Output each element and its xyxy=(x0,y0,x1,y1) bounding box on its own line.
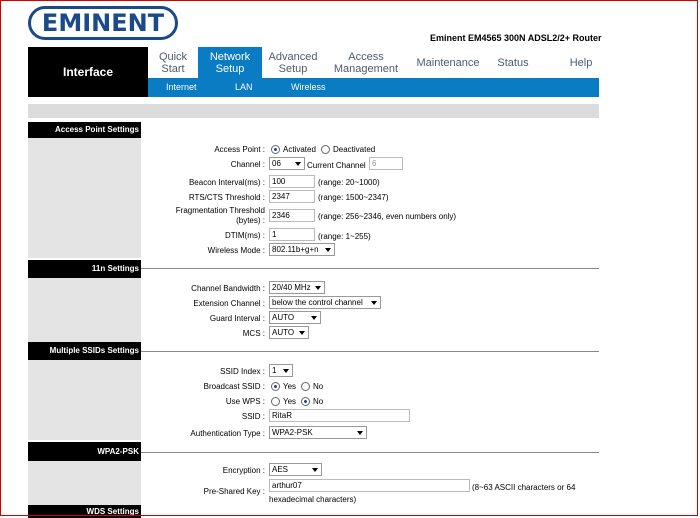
ssid-index-label: SSID Index : xyxy=(220,367,265,376)
ssid-label: SSID : xyxy=(241,412,265,421)
wps-no-label: No xyxy=(313,397,324,406)
tab-quick-start[interactable]: Quick Start xyxy=(148,47,198,78)
channel-label: Channel : xyxy=(230,160,265,169)
beacon-interval-label: Beacon Interval(ms) : xyxy=(188,178,265,187)
section-multiple-ssids: Multiple SSIDs Settings xyxy=(28,342,141,360)
current-channel-field: 6 xyxy=(369,157,403,170)
mcs-select[interactable]: AUTO xyxy=(269,326,309,339)
left-column xyxy=(28,461,141,505)
left-column xyxy=(28,360,141,440)
rts-threshold-input[interactable]: 2347 xyxy=(269,190,315,203)
fragmentation-range: (range: 256~2346, even numbers only) xyxy=(318,212,457,221)
chevron-down-icon xyxy=(299,331,305,335)
dtim-label: DTIM(ms) : xyxy=(225,231,265,240)
main-nav: Quick Start Network Setup Advanced Setup Ac… xyxy=(148,47,599,78)
wireless-mode-label: Wireless Mode : xyxy=(207,246,265,255)
guard-interval-label: Guard Interval : xyxy=(209,314,265,323)
broadcast-ssid-label: Broadcast SSID : xyxy=(203,382,265,391)
dtim-input[interactable]: 1 xyxy=(269,228,315,241)
rts-threshold-label: RTS/CTS Threshold : xyxy=(188,193,265,202)
chevron-down-icon xyxy=(312,468,318,472)
divider xyxy=(141,268,599,269)
activated-label: Activated xyxy=(283,145,316,154)
broadcast-no-radio[interactable] xyxy=(301,382,310,391)
chevron-down-icon xyxy=(283,369,289,373)
tab-network-setup[interactable]: Network Setup xyxy=(198,47,262,78)
dtim-range: (range: 1~255) xyxy=(318,232,371,241)
section-11n: 11n Settings xyxy=(28,260,141,278)
divider xyxy=(141,351,599,352)
wps-yes-label: Yes xyxy=(283,397,297,406)
broadcast-yes-radio[interactable] xyxy=(271,382,280,391)
wps-yes-radio[interactable] xyxy=(271,397,280,406)
ssid-input[interactable]: RitaR xyxy=(269,409,410,422)
chevron-down-icon xyxy=(357,431,363,435)
spacer-band xyxy=(28,104,599,118)
section-access-point: Access Point Settings xyxy=(28,122,141,138)
wps-no-radio[interactable] xyxy=(301,397,310,406)
left-column xyxy=(28,278,141,342)
tab-help[interactable]: Help xyxy=(558,47,604,78)
channel-bandwidth-label: Channel Bandwidth : xyxy=(191,284,265,293)
wireless-mode-select[interactable]: 802.11b+g+n xyxy=(269,243,335,256)
deactivated-label: Deactivated xyxy=(333,145,376,154)
fragmentation-input[interactable]: 2346 xyxy=(269,209,315,222)
chevron-down-icon xyxy=(311,316,317,320)
broadcast-no-label: No xyxy=(313,382,324,391)
authentication-type-label: Authentication Type : xyxy=(190,429,265,438)
chevron-down-icon xyxy=(325,248,331,252)
tab-advanced-setup[interactable]: Advanced Setup xyxy=(262,47,324,78)
encryption-select[interactable]: AES xyxy=(269,463,322,476)
current-channel-label: Current Channel xyxy=(307,161,366,170)
subtab-wireless[interactable]: Wireless xyxy=(291,78,326,97)
subtab-lan[interactable]: LAN xyxy=(235,78,253,97)
chevron-down-icon xyxy=(315,286,321,290)
subtab-internet[interactable]: Internet xyxy=(166,78,197,97)
ssid-index-select[interactable]: 1 xyxy=(269,364,293,377)
authentication-type-select[interactable]: WPA2-PSK xyxy=(269,426,367,439)
extension-channel-select[interactable]: below the control channel xyxy=(269,296,381,309)
section-wds: WDS Settings xyxy=(28,505,141,518)
interface-label: Interface xyxy=(28,47,148,97)
beacon-interval-input[interactable]: 100 xyxy=(269,175,315,188)
psk-hint-continued: hexadecimal characters) xyxy=(269,495,357,504)
guard-interval-select[interactable]: AUTO xyxy=(269,311,321,324)
tab-maintenance[interactable]: Maintenance xyxy=(408,47,488,78)
chevron-down-icon xyxy=(371,301,377,305)
activated-radio[interactable] xyxy=(271,145,280,154)
psk-hint: (8~63 ASCII characters or 64 xyxy=(472,483,576,492)
channel-bandwidth-select[interactable]: 20/40 MHz xyxy=(269,281,325,294)
mcs-label: MCS : xyxy=(242,329,265,338)
pre-shared-key-input[interactable]: arthur07 xyxy=(269,479,470,492)
encryption-label: Encryption : xyxy=(222,466,265,475)
router-model: Eminent EM4565 300N ADSL2/2+ Router xyxy=(430,33,602,43)
left-column xyxy=(28,138,141,258)
beacon-range: (range: 20~1000) xyxy=(318,178,380,187)
rts-range: (range: 1500~2347) xyxy=(318,193,389,202)
pre-shared-key-label: Pre-Shared Key : xyxy=(203,487,265,496)
access-point-label: Access Point : xyxy=(214,145,265,154)
eminent-logo: EMINENT xyxy=(28,6,178,40)
extension-channel-label: Extension Channel : xyxy=(193,299,265,308)
use-wps-label: Use WPS : xyxy=(225,397,265,406)
fragmentation-label: Fragmentation Threshold (bytes) : xyxy=(175,206,265,225)
channel-select[interactable]: 06 xyxy=(269,157,305,170)
tab-access-management[interactable]: Access Management xyxy=(324,47,408,78)
divider xyxy=(141,452,599,453)
deactivated-radio[interactable] xyxy=(321,145,330,154)
section-wpa2-psk: WPA2-PSK xyxy=(28,442,141,461)
broadcast-yes-label: Yes xyxy=(283,382,297,391)
sub-nav: Internet LAN Wireless xyxy=(148,78,599,97)
tab-status[interactable]: Status xyxy=(488,47,538,78)
chevron-down-icon xyxy=(295,162,301,166)
